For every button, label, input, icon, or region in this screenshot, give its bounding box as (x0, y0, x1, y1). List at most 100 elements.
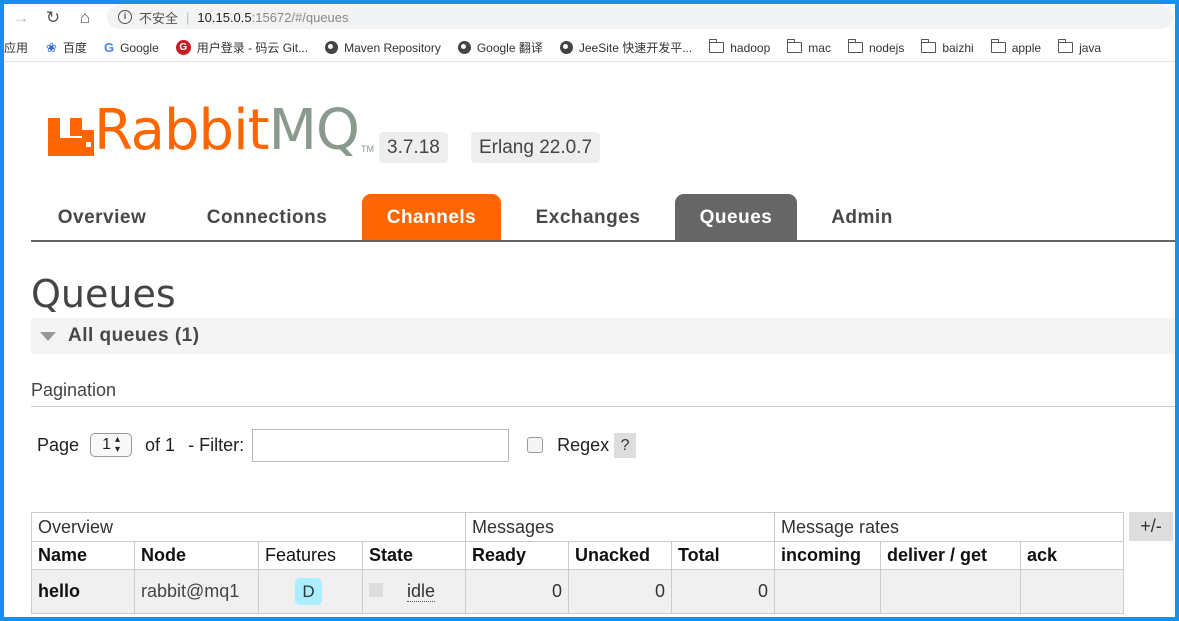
bookmark-apps[interactable]: 应用 (4, 39, 28, 56)
select-arrows-icon: ▴ ▾ (114, 434, 121, 455)
folder-icon (709, 39, 725, 53)
bookmark-gitee[interactable]: G 用户登录 - 码云 Git... (175, 39, 309, 56)
globe-icon (457, 41, 471, 54)
column-header-state[interactable]: State (362, 541, 466, 570)
queue-unacked: 0 (568, 569, 672, 614)
group-header-messages: Messages (465, 512, 775, 542)
table-group-header-row: Overview Messages Message rates (31, 512, 1124, 542)
bookmark-google[interactable]: G Google (104, 40, 159, 55)
column-header-ready[interactable]: Ready (465, 541, 569, 570)
collapse-triangle-icon (40, 331, 56, 341)
baidu-icon: ❀ (46, 39, 57, 55)
rabbitmq-version: 3.7.18 (379, 132, 448, 163)
google-icon: G (103, 40, 115, 55)
erlang-version: Erlang 22.0.7 (471, 132, 601, 163)
page-title: Queues (31, 272, 176, 316)
bookmark-apple[interactable]: apple (990, 39, 1042, 55)
column-header-name[interactable]: Name (31, 541, 135, 570)
pagination-controls: Page 1 ▴ ▾ of 1 - Filter: Regex ? (37, 428, 637, 462)
bookmark-google-translate[interactable]: Google 翻译 (457, 39, 543, 56)
filter-input[interactable] (252, 428, 510, 462)
column-header-incoming[interactable]: incoming (774, 541, 881, 570)
folder-icon (1058, 39, 1074, 53)
regex-checkbox[interactable] (527, 437, 544, 453)
columns-toggle-button[interactable]: +/- (1129, 512, 1173, 541)
pagination-divider (31, 406, 1179, 407)
tab-admin[interactable]: Admin (817, 194, 907, 240)
column-header-ack[interactable]: ack (1020, 541, 1124, 570)
bookmark-baidu[interactable]: ❀ 百度 (46, 39, 87, 56)
bookmark-label: Maven Repository (344, 40, 441, 55)
forward-icon[interactable]: → (10, 7, 32, 29)
home-icon[interactable]: ⌂ (74, 7, 96, 29)
tab-connections[interactable]: Connections (192, 194, 342, 240)
column-header-unacked[interactable]: Unacked (568, 541, 672, 570)
bookmark-baizhi[interactable]: baizhi (921, 39, 974, 55)
page-of-label: of 1 (145, 434, 176, 455)
rabbitmq-logo[interactable]: RabbitMQ TM (48, 100, 374, 162)
filter-label: - Filter: (188, 434, 245, 455)
column-header-node[interactable]: Node (134, 541, 259, 570)
browser-toolbar: → ↻ ⌂ i 不安全 | 10.15.0.5:15672/#/queues (0, 4, 1179, 32)
folder-icon (847, 39, 863, 53)
page-label: Page (37, 434, 80, 455)
bookmark-nodejs[interactable]: nodejs (847, 39, 904, 55)
window-frame-top (0, 0, 1179, 4)
bookmark-maven[interactable]: Maven Repository (325, 41, 441, 55)
state-indicator-icon (369, 583, 383, 597)
queue-deliver-get-rate (880, 569, 1021, 614)
bookmark-label: Google (120, 40, 159, 55)
bookmark-label: java (1079, 40, 1102, 55)
logo-wordmark: RabbitMQ (94, 98, 360, 163)
bookmark-hadoop[interactable]: hadoop (709, 39, 771, 55)
bookmark-label: hadoop (730, 40, 771, 55)
all-queues-section-header[interactable]: All queues (1) (31, 318, 1179, 354)
bookmark-java[interactable]: java (1058, 39, 1102, 55)
bookmark-label: mac (808, 40, 831, 55)
folder-icon (787, 39, 803, 53)
regex-label: Regex (557, 434, 610, 455)
section-title: All queues (1) (68, 325, 200, 346)
bookmark-label: Google 翻译 (476, 41, 543, 55)
bookmark-label: 用户登录 - 码云 Git... (196, 41, 309, 55)
main-tabs: Overview Connections Channels Exchanges … (31, 194, 1179, 242)
bookmarks-bar: 应用 ❀ 百度 G Google G 用户登录 - 码云 Git... Mave… (0, 34, 1179, 62)
address-bar[interactable]: i 不安全 | 10.15.0.5:15672/#/queues (107, 5, 1173, 29)
bookmark-label: 百度 (62, 41, 87, 55)
tab-overview[interactable]: Overview (31, 194, 173, 240)
table-row[interactable]: hello rabbit@mq1 D idle 0 0 0 (31, 569, 1124, 614)
bookmark-jeesite[interactable]: JeeSite 快速开发平... (559, 39, 692, 56)
queues-table: Overview Messages Message rates Name Nod… (31, 512, 1124, 614)
address-separator: | (186, 9, 190, 25)
bookmark-mac[interactable]: mac (787, 39, 831, 55)
column-header-total[interactable]: Total (671, 541, 775, 570)
security-label: 不安全 (139, 10, 179, 26)
help-button[interactable]: ? (614, 432, 637, 458)
column-header-features[interactable]: Features (258, 541, 363, 570)
queue-name-link[interactable]: hello (31, 569, 135, 614)
queue-state-label: idle (407, 581, 436, 602)
globe-icon (559, 41, 573, 54)
queue-node: rabbit@mq1 (134, 569, 259, 614)
pagination-heading: Pagination (31, 380, 117, 400)
bookmark-label: apple (1011, 40, 1042, 55)
tab-exchanges[interactable]: Exchanges (521, 194, 655, 240)
tab-queues[interactable]: Queues (675, 194, 797, 240)
queue-state: idle (362, 569, 466, 614)
rabbitmq-logo-icon (48, 108, 94, 156)
queue-features: D (258, 569, 363, 614)
queue-incoming-rate (774, 569, 881, 614)
address-path: :15672/#/queues (251, 9, 349, 25)
page-select[interactable]: 1 ▴ ▾ (90, 433, 133, 457)
gitee-icon: G (175, 40, 191, 55)
bookmark-label: 应用 (4, 41, 29, 55)
folder-icon (990, 39, 1006, 53)
tab-channels[interactable]: Channels (362, 194, 501, 240)
address-host: 10.15.0.5 (197, 9, 252, 25)
logo-trademark: TM (361, 144, 375, 154)
folder-icon (921, 39, 937, 53)
info-icon[interactable]: i (118, 10, 132, 24)
group-header-overview: Overview (31, 512, 466, 542)
column-header-deliver-get[interactable]: deliver / get (880, 541, 1021, 570)
reload-icon[interactable]: ↻ (42, 7, 64, 29)
